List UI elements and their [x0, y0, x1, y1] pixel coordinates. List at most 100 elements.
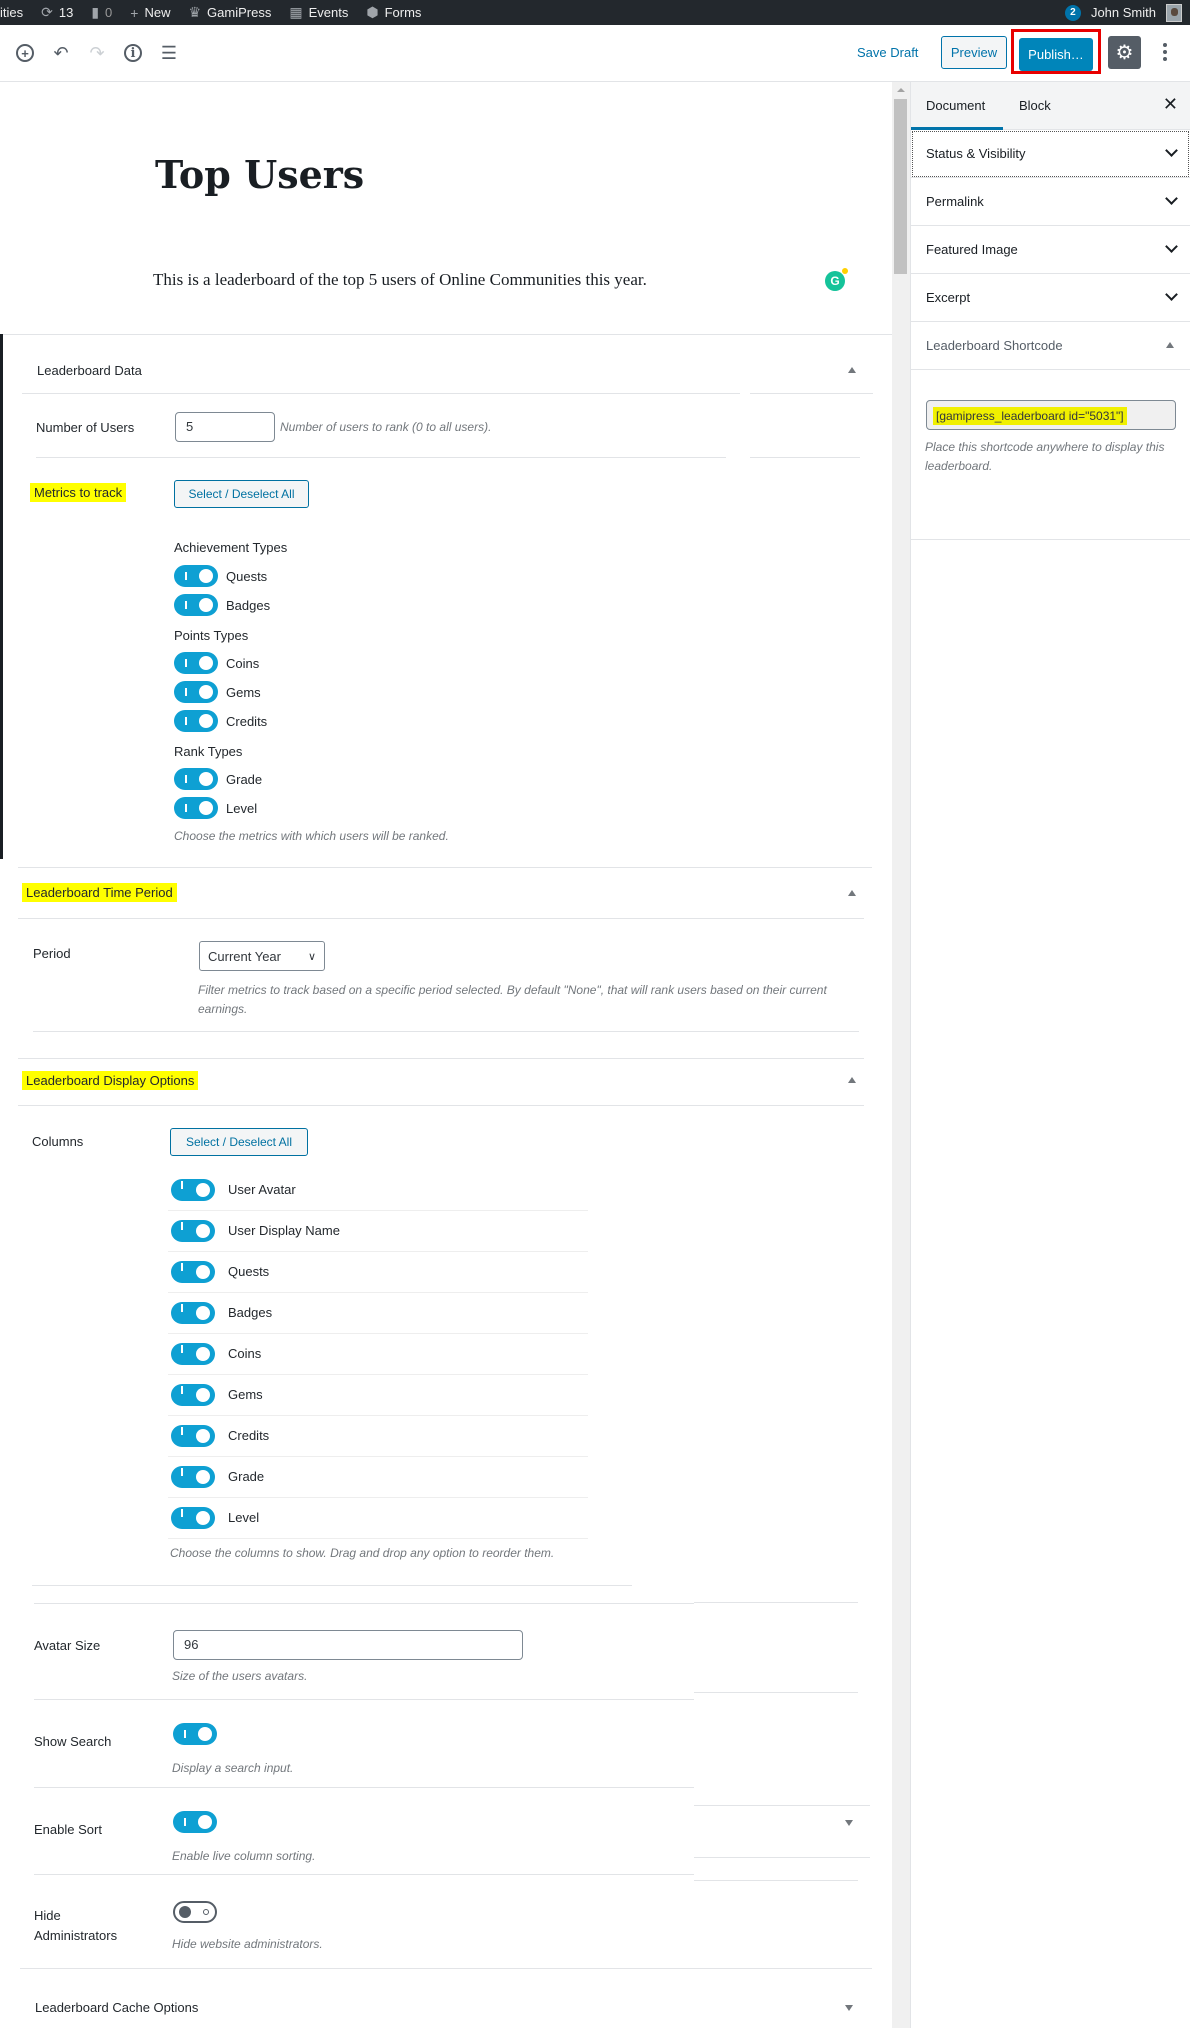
avatar-size-input[interactable]: 96 — [173, 1630, 523, 1660]
grammarly-icon[interactable]: G — [825, 268, 848, 291]
shortcode-input[interactable]: [gamipress_leaderboard id="5031"] — [926, 400, 1176, 430]
expand-icon[interactable] — [845, 1820, 853, 1826]
column-toggle[interactable] — [171, 1466, 215, 1488]
expand-icon[interactable] — [845, 2005, 853, 2011]
scroll-up-icon[interactable] — [897, 88, 905, 92]
hide-administrators-toggle[interactable] — [173, 1901, 217, 1923]
dot-icon — [1163, 57, 1167, 61]
admin-bar: ities ⟳ 13 ▮ 0 + New ♛ GamiPress ▦ Events ⬢ Fo… — [0, 0, 1190, 25]
avatar-size-label: Avatar Size — [34, 1638, 101, 1653]
period-select[interactable]: Current Year ∨ — [199, 941, 325, 971]
shortcode-panel-body: [gamipress_leaderboard id="5031"] Place … — [911, 370, 1190, 540]
column-option[interactable]: Badges — [168, 1293, 588, 1334]
hide-administrators-label: Hide Administrators — [34, 1906, 117, 1945]
metric-toggle-label: Badges — [226, 598, 271, 613]
column-toggle[interactable] — [171, 1343, 215, 1365]
admin-bar-forms[interactable]: ⬢ Forms — [366, 4, 421, 21]
user-avatar[interactable] — [1166, 3, 1182, 22]
enable-sort-toggle[interactable] — [173, 1811, 217, 1833]
display-options-heading[interactable]: Leaderboard Display Options — [22, 1071, 199, 1090]
time-period-heading[interactable]: Leaderboard Time Period — [22, 883, 177, 902]
scrollbar-thumb[interactable] — [894, 99, 907, 274]
metric-toggle[interactable] — [174, 594, 218, 616]
close-icon[interactable]: ✕ — [1163, 94, 1178, 115]
panel-leaderboard-shortcode[interactable]: Leaderboard Shortcode — [911, 322, 1190, 370]
column-option[interactable]: Coins — [168, 1334, 588, 1375]
shortcode-desc: Place this shortcode anywhere to display… — [925, 440, 1165, 474]
paragraph-block[interactable]: This is a leaderboard of the top 5 users… — [153, 270, 647, 290]
column-toggle[interactable] — [171, 1261, 215, 1283]
redo-button[interactable]: ↷ — [86, 42, 108, 64]
collapse-icon[interactable] — [848, 1077, 856, 1083]
chevron-down-icon: ∨ — [307, 950, 316, 963]
undo-button[interactable]: ↶ — [50, 42, 72, 64]
notifications-badge[interactable]: 2 — [1064, 4, 1081, 21]
metric-toggle-label: Quests — [226, 569, 268, 584]
dot-icon — [1163, 50, 1167, 54]
column-option[interactable]: Quests — [168, 1252, 588, 1293]
collapse-icon[interactable] — [848, 890, 856, 896]
admin-bar-updates[interactable]: ⟳ 13 — [41, 4, 73, 21]
column-option[interactable]: Credits — [168, 1416, 588, 1457]
avatar-size-desc: Size of the users avatars. — [172, 1669, 308, 1683]
editor-scrollbar[interactable] — [892, 82, 910, 2028]
leaderboard-data-heading[interactable]: Leaderboard Data — [37, 363, 142, 378]
metric-toggle[interactable] — [174, 768, 218, 790]
panel-excerpt[interactable]: Excerpt — [911, 274, 1190, 322]
columns-select-all-button[interactable]: Select / Deselect All — [170, 1128, 308, 1156]
number-of-users-input[interactable]: 5 — [175, 412, 275, 442]
dot-icon — [1163, 43, 1167, 47]
settings-button[interactable]: ⚙ — [1108, 36, 1141, 69]
column-toggle[interactable] — [171, 1425, 215, 1447]
column-option[interactable]: Gems — [168, 1375, 588, 1416]
cache-options-heading[interactable]: Leaderboard Cache Options — [35, 2000, 198, 2015]
column-option[interactable]: User Avatar — [168, 1170, 588, 1211]
outline-button[interactable]: ☰ — [158, 42, 180, 64]
column-option[interactable]: Level — [168, 1498, 588, 1539]
panel-status-visibility[interactable]: Status & Visibility — [911, 130, 1190, 178]
admin-bar-new[interactable]: + New — [130, 5, 170, 21]
metric-toggle[interactable] — [174, 565, 218, 587]
panel-permalink[interactable]: Permalink — [911, 178, 1190, 226]
updates-count: 13 — [58, 5, 74, 20]
metric-group-heading: Points Types — [174, 628, 249, 643]
metrics-select-all-button[interactable]: Select / Deselect All — [174, 480, 309, 508]
panel-featured-image[interactable]: Featured Image — [911, 226, 1190, 274]
tab-document[interactable]: Document — [926, 98, 985, 113]
admin-bar-site[interactable]: ities — [0, 5, 23, 20]
user-name[interactable]: John Smith — [1091, 5, 1156, 20]
column-toggle[interactable] — [171, 1220, 215, 1242]
column-option[interactable]: User Display Name — [168, 1211, 588, 1252]
column-toggle[interactable] — [171, 1302, 215, 1324]
show-search-toggle[interactable] — [173, 1723, 217, 1745]
column-option[interactable]: Grade — [168, 1457, 588, 1498]
publish-button[interactable]: Publish… — [1019, 38, 1093, 71]
panel-title: Excerpt — [926, 290, 971, 305]
post-title[interactable]: Top Users — [155, 152, 364, 197]
metric-toggle[interactable] — [174, 710, 218, 732]
preview-button[interactable]: Preview — [941, 36, 1007, 69]
collapse-icon[interactable] — [848, 367, 856, 373]
column-toggle[interactable] — [171, 1507, 215, 1529]
metric-toggle[interactable] — [174, 652, 218, 674]
column-label: Level — [228, 1510, 260, 1525]
admin-bar-events[interactable]: ▦ Events — [289, 4, 348, 21]
admin-bar-gamipress[interactable]: ♛ GamiPress — [188, 4, 271, 21]
panel-title: Status & Visibility — [926, 146, 1026, 161]
admin-bar-comments[interactable]: ▮ 0 — [91, 4, 112, 21]
tab-block[interactable]: Block — [1019, 98, 1051, 113]
column-toggle[interactable] — [171, 1179, 215, 1201]
settings-sidebar: Document Block ✕ Status & Visibility Per… — [910, 82, 1190, 2028]
info-button[interactable]: i — [122, 42, 144, 64]
forms-icon: ⬢ — [366, 4, 379, 20]
column-label: Grade — [228, 1469, 265, 1484]
add-block-button[interactable]: + — [14, 42, 36, 64]
column-toggle[interactable] — [171, 1384, 215, 1406]
metric-toggle[interactable] — [174, 797, 218, 819]
save-draft-button[interactable]: Save Draft — [857, 45, 918, 60]
enable-sort-desc: Enable live column sorting. — [172, 1849, 316, 1863]
column-label: Quests — [228, 1264, 270, 1279]
forms-label: Forms — [384, 5, 422, 20]
more-options-button[interactable] — [1155, 37, 1175, 67]
metric-toggle[interactable] — [174, 681, 218, 703]
